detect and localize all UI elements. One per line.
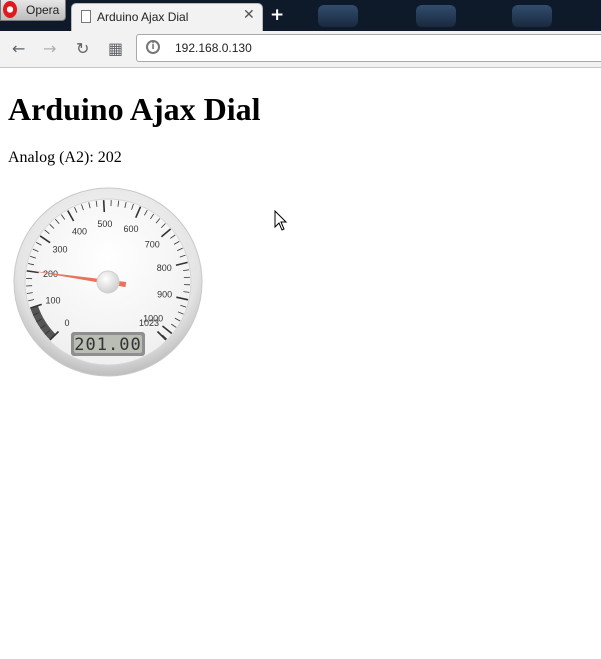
page-icon — [81, 10, 91, 23]
background-blob — [512, 5, 552, 27]
gauge-tick-label: 1023 — [139, 318, 159, 328]
gauge-readout: 201.00 — [71, 332, 145, 356]
forward-arrow-icon[interactable]: → — [43, 39, 56, 58]
mouse-cursor-icon — [274, 210, 288, 231]
new-tab-button[interactable]: + — [270, 5, 284, 25]
tab-title: Arduino Ajax Dial — [97, 10, 189, 24]
address-bar[interactable]: i 192.168.0.130 — [136, 34, 601, 62]
page-title: Arduino Ajax Dial — [8, 91, 261, 127]
browser-tab-strip: Opera Arduino Ajax Dial ✕ + — [0, 0, 601, 31]
gauge-tick-label: 0 — [64, 318, 69, 328]
gauge-readout-value: 201.00 — [74, 335, 141, 355]
analog-reading: Analog (A2): 202 — [8, 149, 122, 166]
background-blob — [416, 5, 456, 27]
gauge-tick-label: 900 — [157, 290, 172, 300]
gauge-tick-label: 800 — [157, 263, 172, 273]
gauge-tick-label: 100 — [46, 296, 61, 306]
site-info-icon[interactable]: i — [146, 40, 160, 54]
close-tab-icon[interactable]: ✕ — [243, 7, 255, 23]
background-blob — [318, 5, 358, 27]
gauge-tick — [102, 200, 106, 213]
reload-icon[interactable]: ↻ — [76, 39, 89, 58]
opera-logo-icon — [3, 1, 17, 18]
gauge-tick-label: 600 — [123, 224, 138, 234]
gauge-tick-label: 700 — [145, 240, 160, 250]
browser-toolbar: ← → ↻ ▦ i 192.168.0.130 — [0, 31, 601, 68]
gauge-tick-label: 400 — [72, 226, 87, 236]
tab-arduino-ajax-dial[interactable]: Arduino Ajax Dial ✕ — [71, 3, 263, 31]
gauge-tick-label: 300 — [53, 244, 68, 254]
opera-menu-button[interactable]: Opera — [0, 0, 66, 21]
gauge-tick-label: 500 — [97, 219, 112, 229]
apps-grid-icon[interactable]: ▦ — [108, 39, 123, 58]
analog-dial-gauge: 0 100 200 300 400 500 600 700 800 900 10… — [13, 187, 203, 377]
back-arrow-icon[interactable]: ← — [12, 39, 25, 58]
opera-menu-label: Opera — [26, 3, 60, 17]
address-text[interactable]: 192.168.0.130 — [175, 41, 252, 55]
gauge-hub — [96, 270, 120, 294]
